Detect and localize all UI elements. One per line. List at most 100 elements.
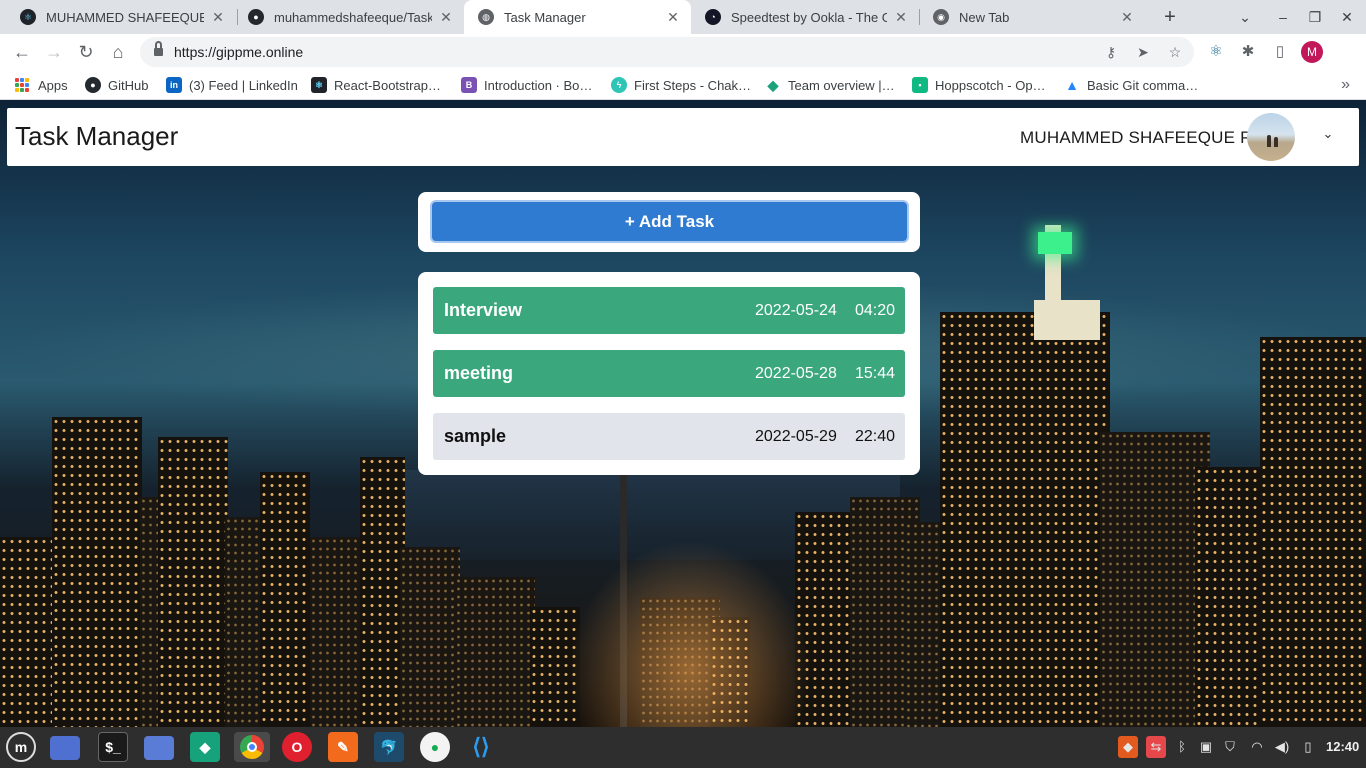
postman-icon[interactable]: ✎ [328,732,358,762]
chrome-icon[interactable] [234,732,270,762]
street-glow [560,530,820,727]
lan-sharing-icon[interactable]: ⇆ [1146,736,1166,758]
maximize-icon[interactable]: ❐ [1299,0,1331,34]
terminal-icon[interactable]: $_ [98,732,128,762]
minimize-icon[interactable]: – [1267,0,1299,34]
bookmark-basic-git[interactable]: ▲ Basic Git comma… [1064,70,1198,100]
task-name: meeting [444,363,514,383]
close-tab-icon[interactable]: ✕ [1119,9,1135,26]
bootstrap-icon: B [461,77,477,93]
user-name[interactable]: MUHAMMED SHAFEEQUE P [1020,128,1252,148]
tab-title: muhammedshafeeque/Task [274,9,432,25]
wifi-icon[interactable]: ◠ [1247,736,1267,758]
bookmark-github[interactable]: ● GitHub [85,70,148,100]
task-date: 2022-05-28 [755,365,837,382]
bookmark-chakra[interactable]: ϟ First Steps - Chak… [611,70,751,100]
clock[interactable]: 12:40 [1326,739,1359,754]
app-brand[interactable]: Task Manager [15,121,178,152]
opera-icon[interactable]: O [282,732,312,762]
user-avatar[interactable] [1247,113,1295,161]
browser-tab[interactable]: ◔ Speedtest by Ookla - The Gl ✕ [691,0,919,34]
task-item[interactable]: sample 2022-05-29 22:40 [433,413,905,460]
workspace-icon[interactable] [50,736,80,760]
bookmark-react-bootstrap[interactable]: ⚛ React-Bootstrap… [311,70,441,100]
close-tab-icon[interactable]: ✕ [665,9,681,26]
skyscraper [940,312,1110,727]
url-text[interactable]: https://gippme.online [174,44,303,60]
building [260,472,310,727]
mongodb-compass-icon[interactable]: ● [420,732,450,762]
home-icon[interactable]: ⌂ [106,40,130,64]
shield-icon[interactable]: ⛉ [1220,736,1240,758]
tab-title: Speedtest by Ookla - The Gl [731,9,887,25]
bookmarks-overflow-icon[interactable]: » [1341,70,1350,100]
close-window-icon[interactable]: ✕ [1331,0,1363,34]
extensions-icon[interactable]: ✱ [1237,40,1259,64]
apps-grid-icon [15,78,29,92]
tab-title: MUHAMMED SHAFEEQUE P [46,9,204,25]
gitkraken-icon[interactable]: ◆ [190,732,220,762]
browser-toolbar: ← → ↻ ⌂ https://gippme.online ⚷ ➤ ☆ ⚛ ✱ … [0,34,1366,70]
clipboard-icon[interactable]: ▣ [1196,736,1216,758]
tab-title: New Tab [959,9,1010,25]
anydesk-icon[interactable]: ◆ [1118,736,1138,758]
battery-icon[interactable]: ▯ [1298,736,1318,758]
side-panel-icon[interactable]: ▯ [1269,40,1291,64]
tab-title: Task Manager [504,9,586,25]
address-bar[interactable]: https://gippme.online ⚷ ➤ ☆ [140,37,1194,67]
react-devtools-icon[interactable]: ⚛ [1205,40,1227,64]
bookmark-team-overview[interactable]: ◆ Team overview |… [765,70,895,100]
bookmark-label: React-Bootstrap… [334,77,441,93]
forward-icon[interactable]: → [42,40,66,64]
new-tab-button[interactable]: + [1157,4,1183,30]
bookmark-label: GitHub [108,77,149,93]
building [1100,432,1210,727]
bookmark-label: Introduction · Bo… [484,77,593,93]
task-item[interactable]: meeting 2022-05-28 15:44 [433,350,905,397]
github-icon: ● [85,77,101,93]
reload-icon[interactable]: ↻ [74,40,98,64]
mint-menu-icon[interactable]: m [6,732,36,762]
bookmark-label: Hoppscotch - Op… [935,77,1046,93]
send-icon[interactable]: ➤ [1132,41,1154,63]
chevron-down-icon[interactable]: ⌄ [1321,127,1335,141]
chrome-icon: ◉ [933,9,949,25]
back-icon[interactable]: ← [10,40,34,64]
tab-search-icon[interactable]: ⌄ [1229,0,1261,34]
linkedin-icon: in [166,77,182,93]
avatar-figure [1267,135,1271,147]
building [310,537,365,727]
page-content: Task Manager MUHAMMED SHAFEEQUE P ⌄ + Ad… [0,100,1366,727]
lock-icon[interactable] [154,41,163,56]
task-name: sample [444,426,507,446]
close-tab-icon[interactable]: ✕ [438,9,454,26]
close-tab-icon[interactable]: ✕ [210,9,226,26]
bookmark-bootstrap[interactable]: B Introduction · Bo… [461,70,592,100]
building [455,577,535,727]
browser-tab[interactable]: ● muhammedshafeeque/Task ✕ [234,0,464,34]
bookmark-star-icon[interactable]: ☆ [1164,41,1186,63]
github-icon: ● [248,9,264,25]
building [158,437,228,727]
mysql-workbench-icon[interactable]: 🐬 [374,732,404,762]
volume-icon[interactable]: ◀) [1272,736,1292,758]
react-icon: ⚛ [20,9,36,25]
browser-tab-strip: ⚛ MUHAMMED SHAFEEQUE P ✕ ● muhammedshafe… [0,0,1366,34]
avatar-figure [1274,137,1278,147]
hoppscotch-icon: ▪ [912,77,928,93]
bookmark-hoppscotch[interactable]: ▪ Hoppscotch - Op… [912,70,1046,100]
bookmark-apps[interactable]: Apps [15,70,68,100]
close-tab-icon[interactable]: ✕ [893,9,909,26]
bookmark-linkedin[interactable]: in (3) Feed | LinkedIn [166,70,298,100]
bluetooth-icon[interactable]: ᛒ [1172,736,1192,758]
profile-avatar[interactable]: M [1301,41,1323,63]
browser-tab[interactable]: ⚛ MUHAMMED SHAFEEQUE P ✕ [6,0,236,34]
task-item[interactable]: Interview 2022-05-24 04:20 [433,287,905,334]
key-icon[interactable]: ⚷ [1100,41,1122,63]
app-navbar: Task Manager MUHAMMED SHAFEEQUE P ⌄ [7,108,1359,166]
add-task-button[interactable]: + Add Task [430,200,909,243]
files-icon[interactable] [144,736,174,760]
vscode-icon[interactable]: ⟨⟩ [466,732,496,762]
browser-tab-active[interactable]: ◍ Task Manager ✕ [464,0,691,34]
browser-tab[interactable]: ◉ New Tab ✕ [919,0,1145,34]
